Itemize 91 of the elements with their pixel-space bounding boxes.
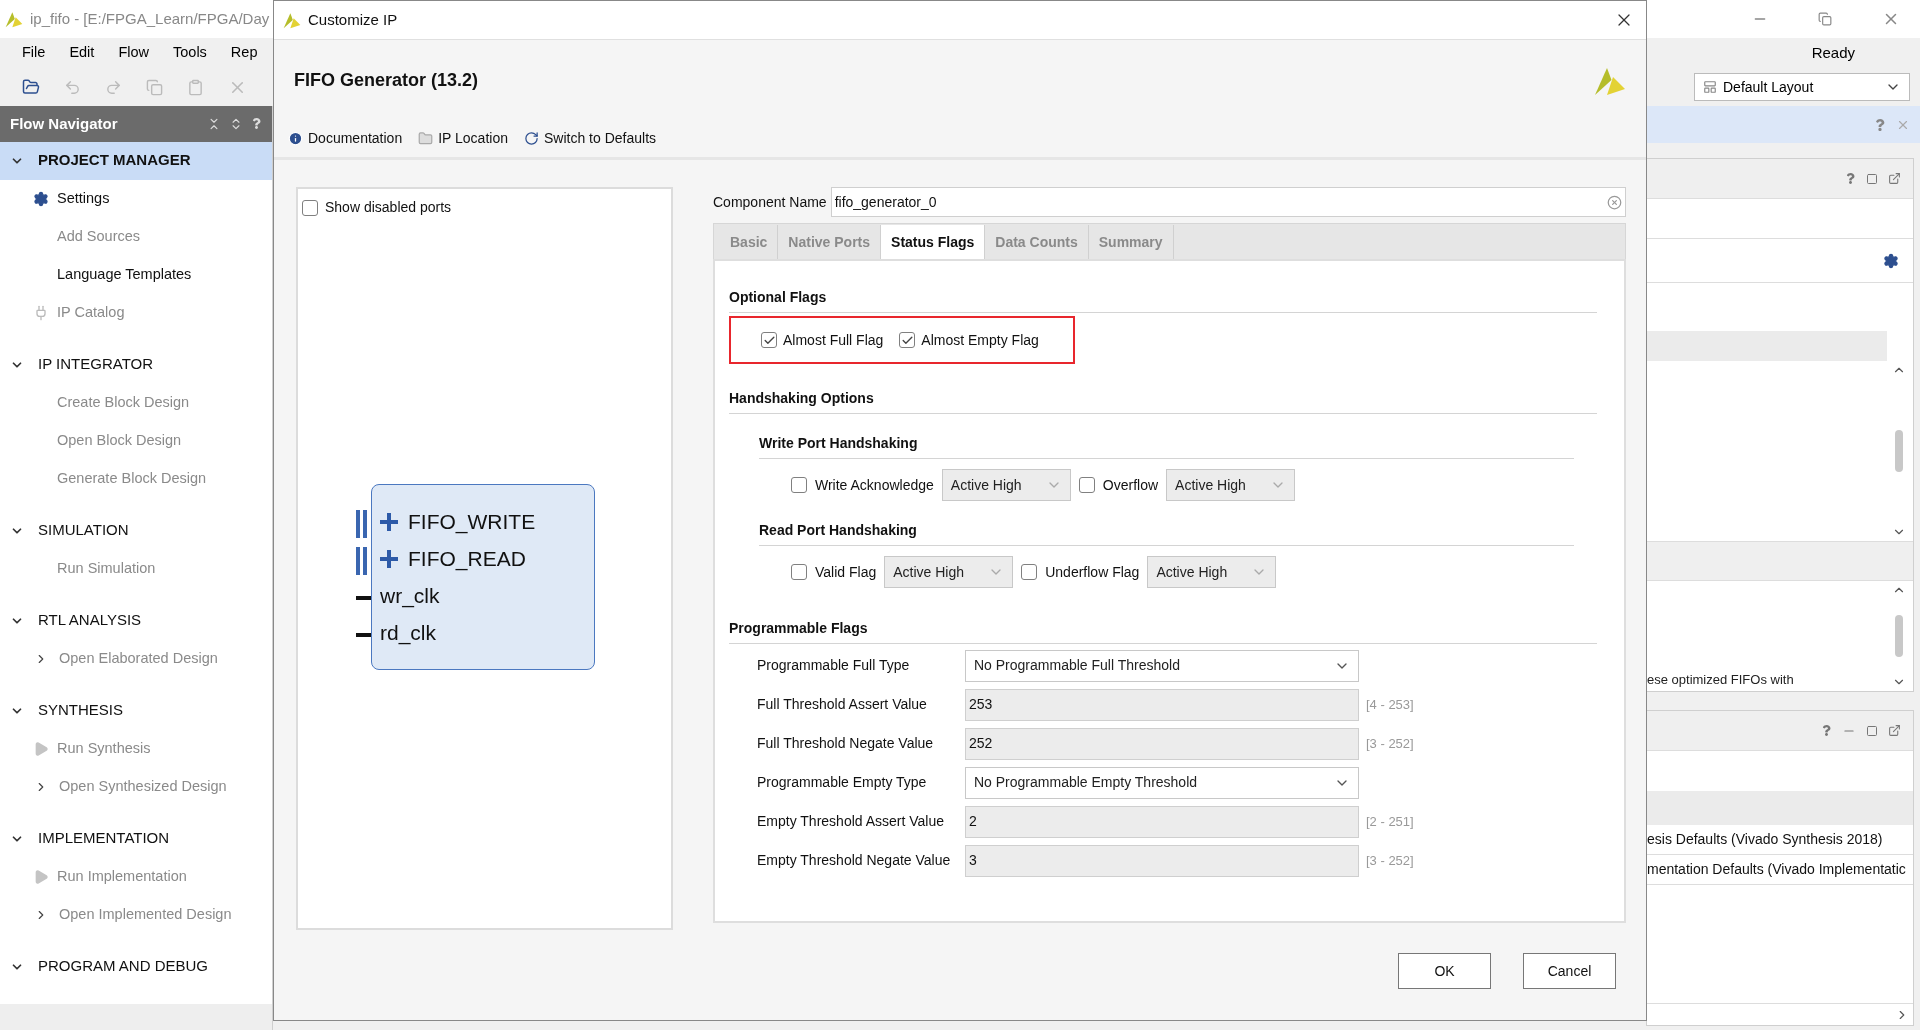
field-label: Full Threshold Negate Value [757,734,935,754]
checkbox-label: Show disabled ports [325,198,452,218]
field-label: Empty Threshold Negate Value [757,851,952,871]
toolbar-link[interactable]: Documentation [308,128,403,150]
menu-item[interactable]: Edit [69,42,95,64]
dialog-button[interactable]: Cancel [1523,953,1616,990]
checkbox[interactable] [899,332,916,349]
bus-pin-icon [356,509,368,538]
window-title: Customize IP [308,9,398,30]
port-label: rd_clk [380,620,437,647]
field-label: Programmable Empty Type [757,773,928,793]
nav-section-header[interactable]: SIMULATION [0,511,272,550]
nav-section-header[interactable]: SYNTHESIS [0,691,272,730]
component-name-field[interactable]: fifo_generator_0 [830,187,1626,218]
gear-icon[interactable] [1883,252,1899,269]
help-icon[interactable] [1845,173,1856,184]
checkbox-label: Almost Full Flag [783,330,884,350]
checkbox[interactable] [761,332,777,349]
menu-item[interactable]: Flow [118,42,149,64]
menu-item[interactable]: File [22,42,46,64]
play-icon [33,868,49,885]
toolbar-link[interactable]: Switch to Defaults [543,128,657,150]
bus-pin-icon [356,546,368,575]
nav-section-header[interactable]: PROGRAM AND DEBUG [0,947,272,986]
port-label: FIFO_WRITE [408,509,536,536]
range-hint: [3 - 252] [1366,852,1414,871]
field-label: Empty Threshold Assert Value [757,812,946,832]
range-hint: [3 - 252] [1366,735,1414,754]
menu-item[interactable]: Tools [173,42,207,64]
help-icon[interactable] [1874,118,1886,131]
checkbox-label: Almost Empty Flag [921,330,1039,350]
section-title: Optional Flags [729,289,827,306]
window-title: ip_fifo - [E:/FPGA_Learn/FPGA/Day [30,8,270,29]
refresh-icon [523,131,539,147]
folder-icon[interactable] [22,78,40,96]
checkbox-label: Overflow [1102,475,1159,495]
scrollbar-thumb[interactable] [1895,615,1903,657]
tab[interactable]: Status Flags [881,225,986,260]
menu-item[interactable]: Rep [230,42,258,64]
wire-pin-icon [356,632,372,637]
layout-select[interactable]: Default Layout [1694,73,1910,101]
section-title: Handshaking Options [729,390,874,407]
section-title: Programmable Flags [729,620,868,637]
plus-icon[interactable] [380,549,398,568]
checkbox[interactable] [302,199,318,216]
checkbox-label: Underflow Flag [1045,562,1140,582]
panel-title: Flow Navigator [10,113,118,134]
section-title: Read Port Handshaking [759,522,917,539]
nav-section-header[interactable]: RTL ANALYSIS [0,601,272,640]
maximize-icon[interactable] [1866,172,1878,185]
restore-icon[interactable] [1818,12,1832,26]
gear-icon [33,190,49,207]
dialog-heading: FIFO Generator (13.2) [294,68,479,92]
range-hint: [4 - 253] [1366,696,1414,715]
plus-icon[interactable] [380,512,398,531]
play-icon [33,740,49,757]
wire-pin-icon [356,595,372,600]
help-icon[interactable] [1821,725,1832,736]
field-label: Programmable Full Type [757,656,911,676]
maximize-icon[interactable] [1866,724,1878,737]
nav-section-header[interactable]: IP INTEGRATOR [0,345,272,384]
range-hint: [2 - 251] [1366,813,1414,832]
checkbox-label: Write Acknowledge [815,475,934,495]
field-label: Component Name [713,192,827,212]
float-icon[interactable] [1888,172,1901,185]
section-title: Write Port Handshaking [759,435,918,452]
float-icon[interactable] [1888,724,1901,737]
plug-icon [33,304,49,321]
message-text: ese optimized FIFOs with [1647,670,1794,689]
select-field[interactable]: No Programmable Empty Threshold [965,766,1359,799]
toolbar-link[interactable]: IP Location [438,128,508,150]
folder-icon [418,131,434,147]
status-text: Ready [1811,42,1855,63]
table-cell-text: esis Defaults (Vivado Synthesis 2018) [1647,830,1883,849]
port-label: FIFO_READ [408,546,526,573]
field-label: Full Threshold Assert Value [757,695,928,715]
dialog-button[interactable]: OK [1398,953,1491,990]
clear-icon[interactable] [1607,194,1622,210]
info-icon [288,131,303,147]
nav-section-header[interactable]: PROJECT MANAGER [0,141,272,180]
port-label: wr_clk [380,583,440,610]
layout-icon [1703,80,1717,94]
table-cell-text: mentation Defaults (Vivado Implementatic [1647,860,1906,879]
scrollbar-thumb[interactable] [1895,430,1903,472]
nav-item[interactable]: Settings [57,187,110,210]
select-field[interactable]: No Programmable Full Threshold [965,649,1359,682]
nav-item[interactable]: Language Templates [57,263,192,286]
nav-section-header[interactable]: IMPLEMENTATION [0,819,272,858]
collapse-all-icon[interactable] [207,116,221,131]
checkbox-label: Valid Flag [815,562,877,582]
help-icon[interactable] [251,118,262,130]
